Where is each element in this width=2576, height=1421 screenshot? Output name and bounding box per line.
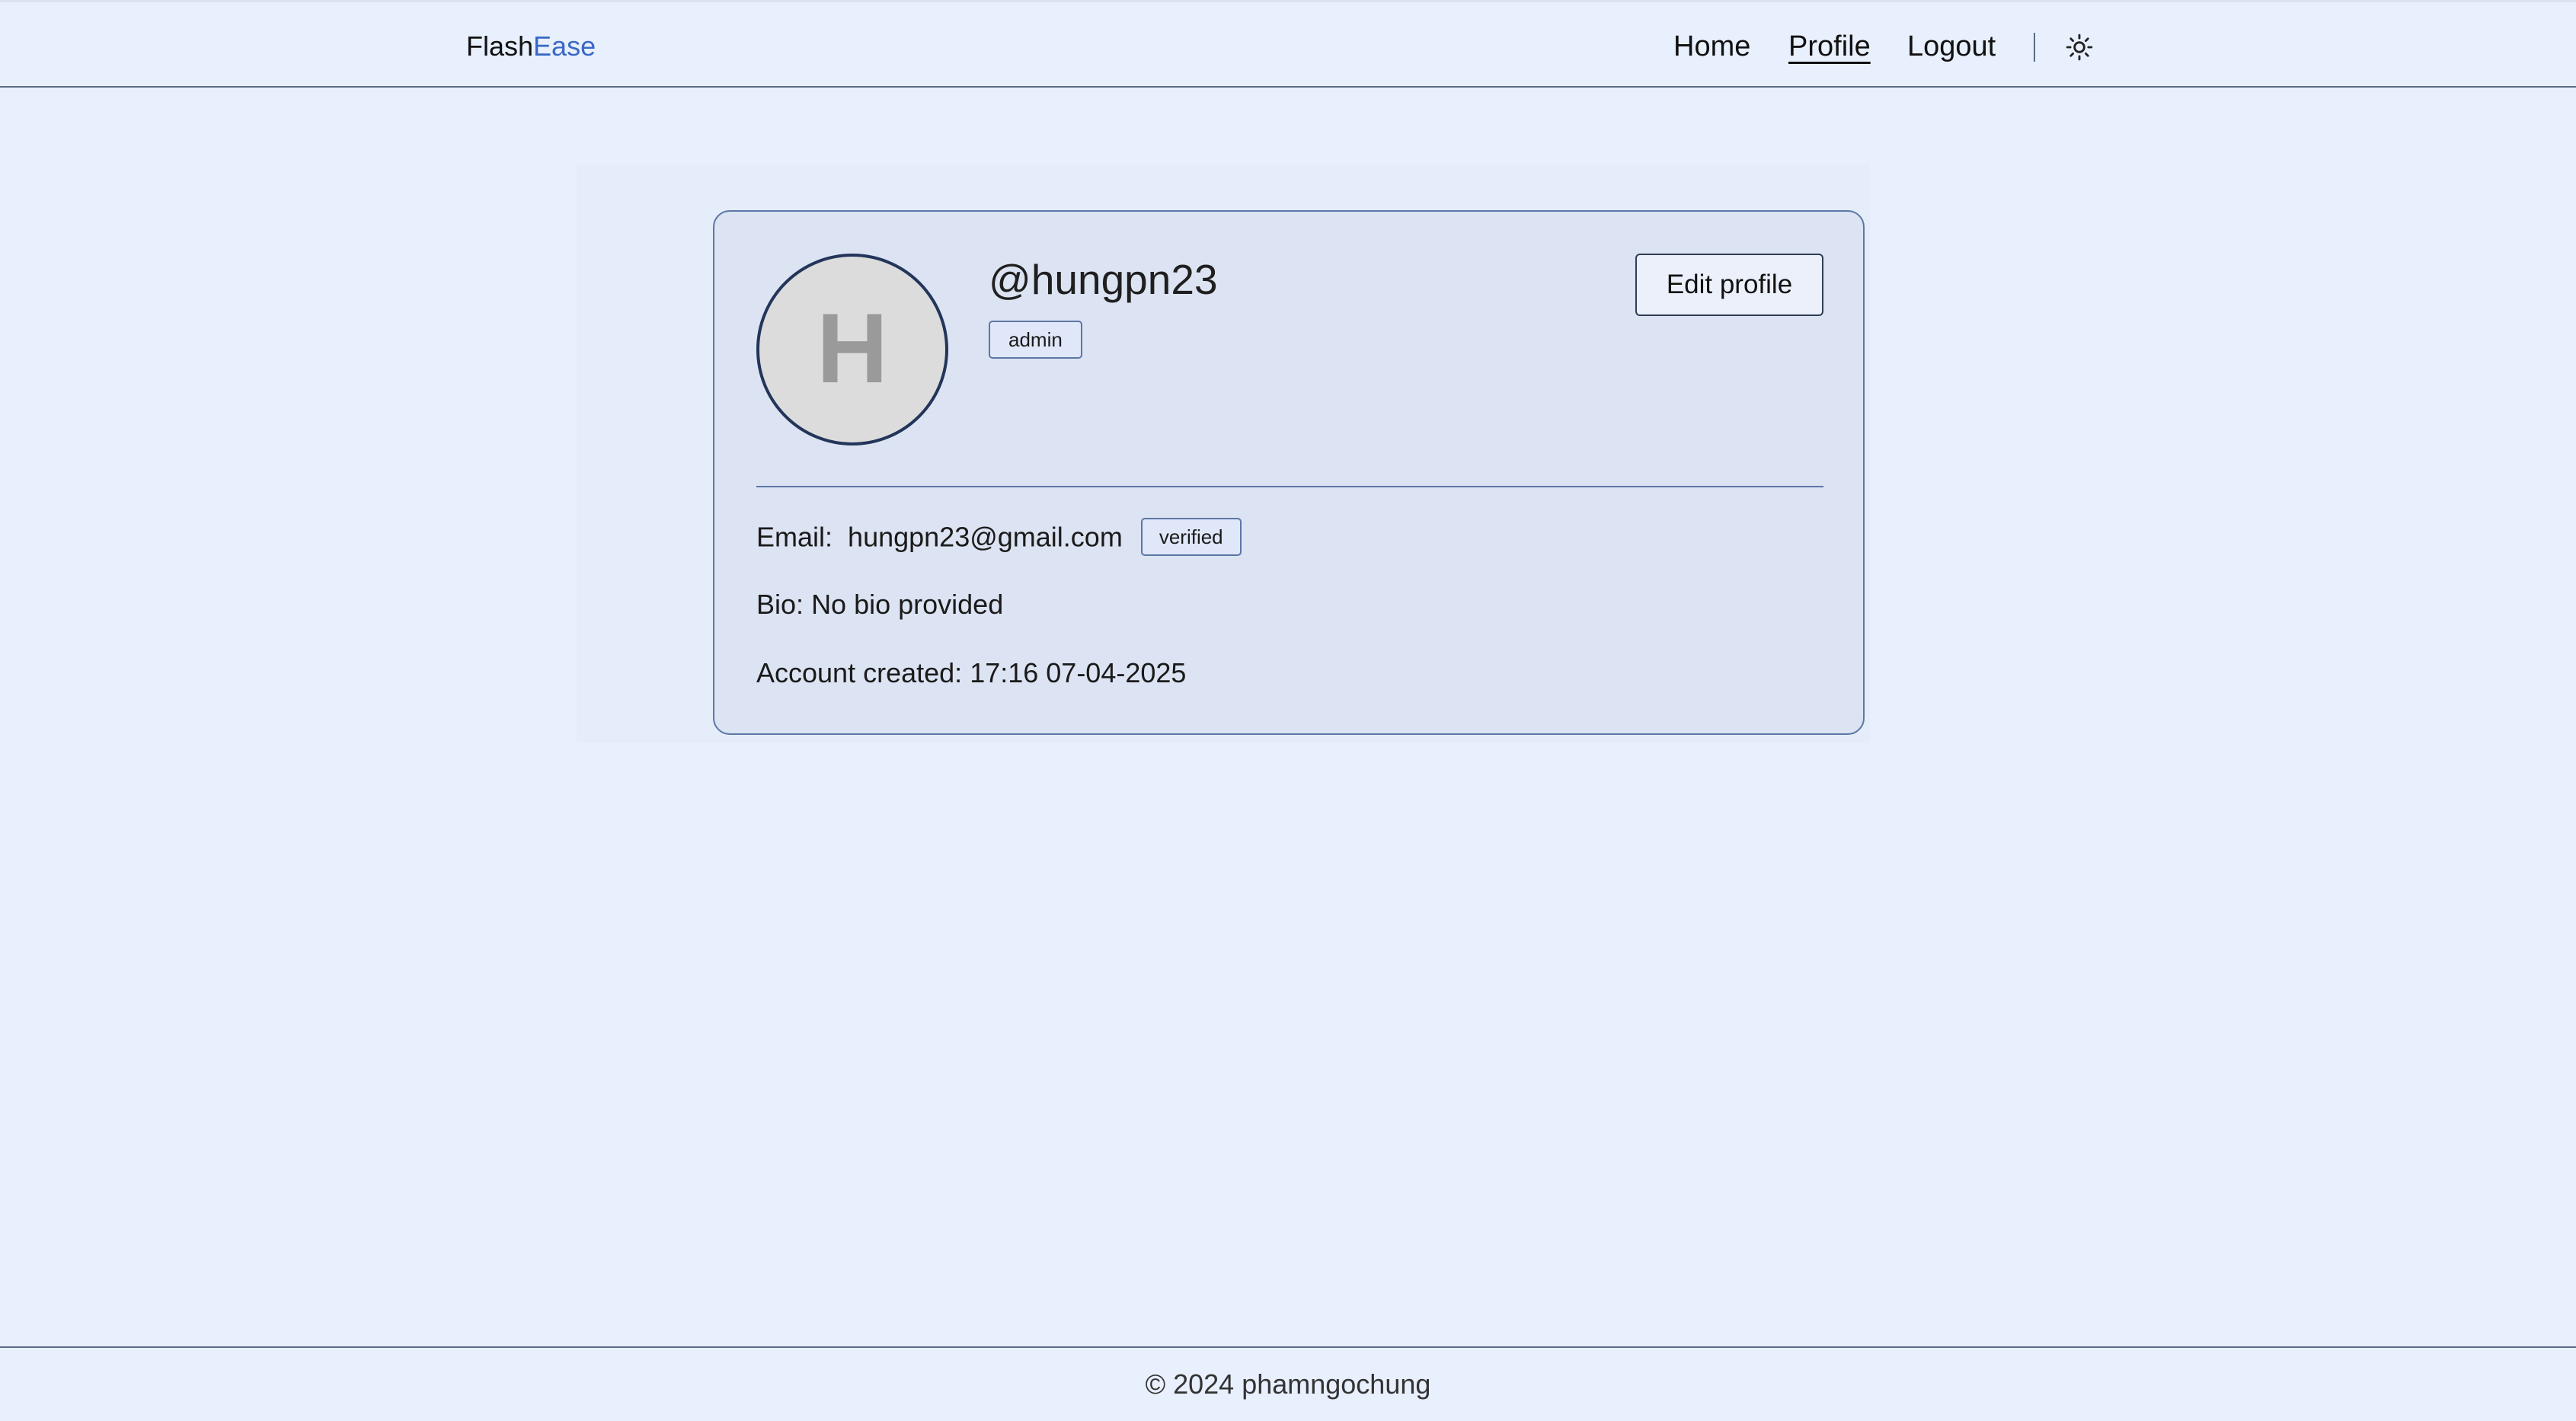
brand-name-part1: Flash (466, 30, 534, 62)
bio-label: Bio: (756, 589, 804, 620)
sun-icon[interactable] (2065, 33, 2094, 62)
account-created-row: Account created: 17:16 07-04-2025 (756, 656, 1186, 690)
nav-logout-link[interactable]: Logout (1907, 30, 1996, 63)
footer-copyright: © 2024 phamngochung (1145, 1368, 1431, 1400)
nav-divider (2034, 33, 2035, 62)
bio-value: No bio provided (811, 589, 1004, 620)
role-badge: admin (989, 321, 1082, 359)
account-created-value: 17:16 07-04-2025 (970, 657, 1187, 688)
email-value: hungpn23@gmail.com (848, 521, 1123, 553)
edit-profile-button[interactable]: Edit profile (1635, 254, 1823, 316)
profile-username: @hungpn23 (989, 256, 1218, 303)
avatar: H (756, 254, 948, 445)
brand-logo[interactable]: FlashEase (466, 30, 596, 63)
account-created-label: Account created: (756, 657, 963, 688)
email-label: Email: (756, 521, 833, 553)
nav-home-link[interactable]: Home (1673, 30, 1750, 63)
nav-profile-link[interactable]: Profile (1788, 30, 1871, 63)
profile-card: H @hungpn23 admin Edit profile Email: hu… (713, 210, 1865, 735)
top-navbar: FlashEase Home Profile Logout (0, 0, 2576, 88)
bio-row: Bio: No bio provided (756, 588, 1003, 621)
email-row: Email: hungpn23@gmail.com verified (756, 518, 1242, 558)
brand-name-part2: Ease (533, 30, 596, 62)
card-divider (756, 486, 1823, 487)
footer: © 2024 phamngochung (0, 1346, 2576, 1421)
verified-badge: verified (1140, 518, 1242, 556)
